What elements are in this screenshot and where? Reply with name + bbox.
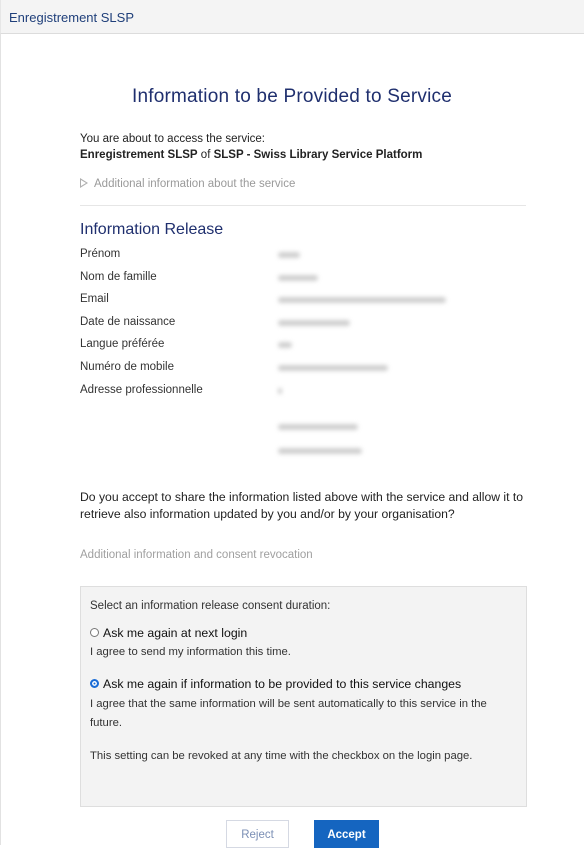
radio-selected-icon[interactable] (90, 679, 99, 688)
accept-button[interactable]: Accept (314, 820, 379, 848)
duration-prompt: Select an information release consent du… (90, 600, 331, 612)
top-bar: Enregistrement SLSP (0, 0, 584, 34)
attribute-row: Nom de famille (80, 269, 520, 292)
attribute-row: Adresse professionnelle (80, 382, 520, 405)
redacted-value (278, 319, 350, 326)
attribute-row: Date de naissance (80, 314, 520, 337)
page-title: Information to be Provided to Service (131, 86, 452, 107)
of-word: of (200, 149, 211, 161)
redacted-value (278, 424, 358, 430)
redacted-value (278, 448, 362, 454)
attribute-label: Email (80, 293, 109, 306)
redacted-value (278, 364, 388, 371)
attribute-row: Langue préférée (80, 336, 520, 359)
attribute-row: Email (80, 291, 520, 314)
redacted-value (278, 387, 282, 394)
attribute-label: Adresse professionnelle (80, 383, 203, 396)
option-label: Ask me again if information to be provid… (103, 677, 462, 691)
attribute-label: Langue préférée (80, 338, 165, 351)
redacted-value (278, 252, 300, 258)
button-bar: Reject Accept (0, 820, 584, 848)
triangle-right-icon (80, 178, 88, 188)
service-intro: You are about to access the service: Enr… (80, 131, 422, 163)
additional-info-label: Additional information about the service (94, 178, 296, 190)
attribute-row: Numéro de mobile (80, 359, 520, 382)
intro-line: You are about to access the service: (80, 133, 265, 145)
service-org: SLSP - Swiss Library Service Platform (213, 149, 423, 161)
divider (80, 205, 526, 206)
option-on-change[interactable]: Ask me again if information to be provid… (90, 677, 461, 691)
service-line: Enregistrement SLSP of SLSP - Swiss Libr… (80, 147, 422, 163)
option-label: Ask me again at next login (103, 626, 248, 640)
attribute-list: Prénom Nom de famille Email Date de nais… (80, 246, 520, 454)
option-desc: I agree to send my information this time… (90, 646, 291, 658)
revoke-note: This setting can be revoked at any time … (90, 750, 473, 762)
attribute-label: Date de naissance (80, 315, 176, 328)
attribute-label: Numéro de mobile (80, 360, 174, 373)
attribute-label: Prénom (80, 248, 121, 260)
attribute-row: Prénom (80, 246, 520, 269)
service-name: Enregistrement SLSP (80, 149, 198, 161)
option-desc: I agree that the same information will b… (90, 698, 487, 729)
radio-unselected-icon[interactable] (90, 628, 99, 637)
redacted-value (278, 297, 446, 304)
redacted-value (278, 274, 318, 281)
option-next-login[interactable]: Ask me again at next login (90, 626, 247, 640)
reject-button[interactable]: Reject (226, 820, 289, 848)
consent-question: Do you accept to share the information l… (80, 490, 524, 521)
brand-title: Enregistrement SLSP (9, 10, 135, 25)
redacted-value (278, 342, 292, 349)
consent-panel: Select an information release consent du… (80, 586, 527, 807)
revocation-link[interactable]: Additional information and consent revoc… (80, 549, 313, 561)
additional-info-toggle[interactable]: Additional information about the service (80, 178, 295, 190)
attribute-label: Nom de famille (80, 270, 157, 283)
info-release-title: Information Release (80, 221, 224, 238)
frame-border (0, 34, 1, 845)
